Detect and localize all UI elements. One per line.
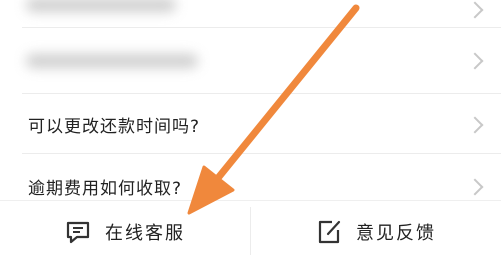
feedback-button[interactable]: 意见反馈 — [251, 201, 501, 262]
faq-question: 可以更改还款时间吗? — [28, 117, 201, 137]
chevron-right-icon — [466, 1, 484, 19]
customer-service-button[interactable]: 在线客服 — [0, 201, 250, 262]
chevron-right-icon — [466, 52, 484, 70]
faq-item-change-repayment-date[interactable]: 可以更改还款时间吗? — [22, 94, 501, 154]
faq-item-overdue-fees[interactable]: 逾期费用如何收取? — [22, 154, 501, 200]
blurred-text — [26, 0, 176, 12]
feedback-label: 意见反馈 — [356, 222, 436, 244]
chat-bubble-icon — [65, 219, 91, 245]
customer-service-label: 在线客服 — [105, 222, 185, 244]
faq-list: 可以更改还款时间吗? 逾期费用如何收取? — [0, 0, 501, 200]
faq-question: 逾期费用如何收取? — [28, 179, 183, 199]
faq-item-blurred-1[interactable] — [22, 0, 501, 28]
faq-item-blurred-2[interactable] — [22, 28, 501, 94]
edit-note-icon — [316, 219, 342, 245]
chevron-right-icon — [466, 178, 484, 196]
bottom-action-bar: 在线客服 意见反馈 — [0, 200, 501, 262]
blurred-text — [26, 54, 198, 68]
chevron-right-icon — [466, 116, 484, 134]
help-center-screen: 可以更改还款时间吗? 逾期费用如何收取? 在线客服 意见反馈 — [0, 0, 501, 262]
